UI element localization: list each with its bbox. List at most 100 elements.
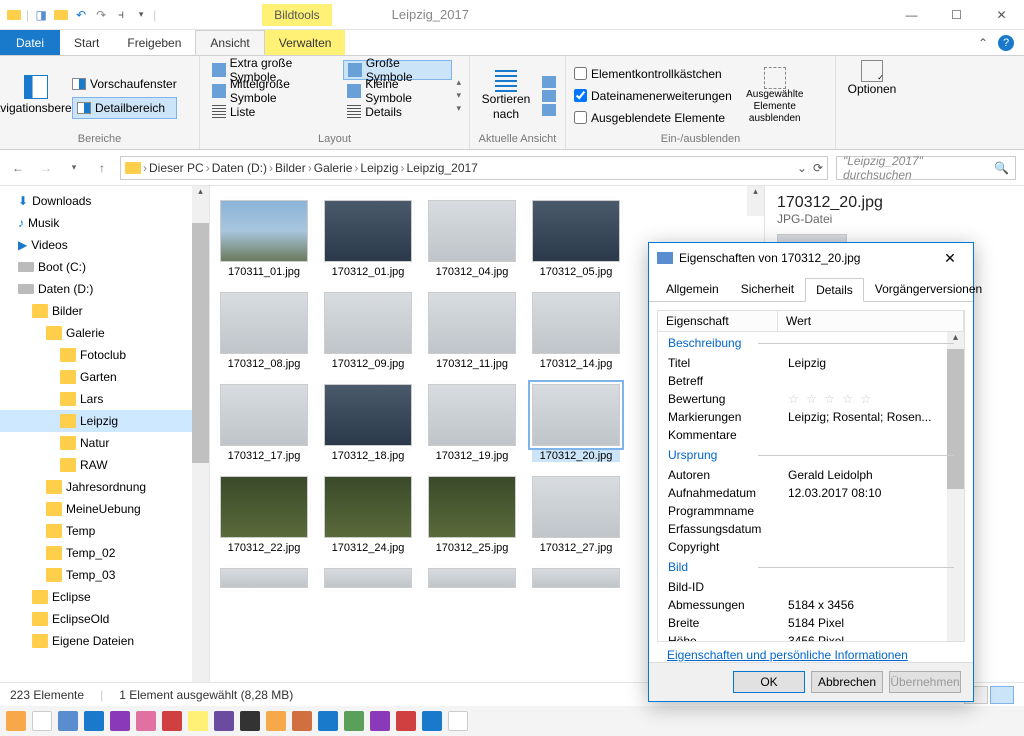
chk-hidden[interactable]: Ausgeblendete Elemente [574, 107, 732, 129]
hide-selected-button[interactable]: Ausgewählte Elemente ausblenden [740, 60, 810, 131]
thumbnail[interactable]: 170312_24.jpg [324, 476, 412, 554]
group-icon[interactable] [542, 76, 556, 88]
layout-details[interactable]: Details [343, 102, 452, 122]
task-icon[interactable] [448, 711, 468, 731]
tree-item[interactable]: Galerie [0, 322, 209, 344]
recent-dropdown[interactable]: ▾ [64, 158, 84, 178]
tab-versionen[interactable]: Vorgängerversionen [864, 277, 993, 301]
tree-item[interactable]: ▶Videos [0, 234, 209, 256]
thumbnail[interactable]: 170312_20.jpg [532, 384, 620, 462]
ok-button[interactable]: OK [733, 671, 805, 693]
tree-item[interactable]: MeineUebung [0, 498, 209, 520]
task-icon[interactable] [110, 711, 130, 731]
properties-icon[interactable]: ◨ [33, 7, 49, 23]
tree-item[interactable]: Temp [0, 520, 209, 542]
checkbox[interactable] [574, 67, 587, 80]
tab-details[interactable]: Details [805, 278, 864, 302]
search-input[interactable]: "Leipzig_2017" durchsuchen 🔍 [836, 156, 1016, 180]
scrollbar[interactable]: ▴ [747, 186, 764, 216]
file-tab[interactable]: Datei [0, 30, 60, 55]
scrollbar[interactable]: ▴ [947, 332, 964, 641]
tab-ansicht[interactable]: Ansicht [195, 30, 264, 55]
prop-row[interactable]: Bewertung☆ ☆ ☆ ☆ ☆ [658, 390, 964, 408]
breadcrumb-item[interactable]: Galerie› [314, 161, 359, 175]
prop-row[interactable]: Betreff [658, 372, 964, 390]
task-icon[interactable] [292, 711, 312, 731]
tree-item[interactable]: Fotoclub [0, 344, 209, 366]
tab-verwalten[interactable]: Verwalten [265, 30, 346, 55]
navigation-pane-button[interactable]: Navigationsbereich [8, 60, 64, 131]
task-icon[interactable] [58, 711, 78, 731]
tree-item[interactable]: Bilder [0, 300, 209, 322]
thumbnail[interactable]: 170311_01.jpg [220, 200, 308, 278]
cancel-button[interactable]: Abbrechen [811, 671, 883, 693]
tree-view[interactable]: ⬇Downloads♪Musik▶VideosBoot (C:)Daten (D… [0, 186, 210, 682]
thumbnail[interactable] [532, 568, 620, 592]
minimize-button[interactable]: — [889, 0, 934, 30]
prop-row[interactable]: TitelLeipzig [658, 354, 964, 372]
breadcrumb-item[interactable]: Bilder› [275, 161, 312, 175]
maximize-button[interactable]: ☐ [934, 0, 979, 30]
breadcrumb-item[interactable]: Daten (D:)› [212, 161, 273, 175]
thumbnail[interactable]: 170312_18.jpg [324, 384, 412, 462]
thumbnail[interactable]: 170312_09.jpg [324, 292, 412, 370]
chevron-right-icon[interactable]: › [143, 161, 147, 175]
tree-item[interactable]: Jahresordnung [0, 476, 209, 498]
up-button[interactable]: ↑ [92, 158, 112, 178]
thumbnail[interactable]: 170312_04.jpg [428, 200, 516, 278]
thumbnail[interactable]: 170312_25.jpg [428, 476, 516, 554]
prop-row[interactable]: Aufnahmedatum12.03.2017 08:10 [658, 484, 964, 502]
refresh-icon[interactable]: ⟳ [813, 161, 823, 175]
task-icon[interactable] [266, 711, 286, 731]
fit-icon[interactable] [542, 104, 556, 116]
task-icon[interactable] [214, 711, 234, 731]
redo-icon[interactable]: ↷ [93, 7, 109, 23]
chk-item-checkboxes[interactable]: Elementkontrollkästchen [574, 63, 732, 85]
prop-row[interactable]: Programmname [658, 502, 964, 520]
tree-item[interactable]: Eclipse [0, 586, 209, 608]
tree-item[interactable]: Natur [0, 432, 209, 454]
remove-properties-link[interactable]: Eigenschaften und persönliche Informatio… [657, 642, 965, 662]
thumbnail[interactable] [428, 568, 516, 592]
help-icon[interactable]: ? [998, 35, 1014, 51]
tree-item[interactable]: Temp_02 [0, 542, 209, 564]
layout-list[interactable]: Liste [208, 102, 343, 122]
task-icon[interactable] [344, 711, 364, 731]
back-button[interactable]: ← [8, 158, 28, 178]
options-button[interactable]: ✓ Optionen [844, 60, 900, 96]
thumbnail[interactable]: 170312_17.jpg [220, 384, 308, 462]
tab-start[interactable]: Start [60, 30, 113, 55]
columns-icon[interactable] [542, 90, 556, 102]
chk-extensions[interactable]: Dateinamenerweiterungen [574, 85, 732, 107]
task-icon[interactable] [84, 711, 104, 731]
task-icon[interactable] [370, 711, 390, 731]
prop-row[interactable]: Kommentare [658, 426, 964, 444]
sort-button[interactable]: Sortieren nach [478, 60, 534, 131]
breadcrumb-item[interactable]: Leipzig› [360, 161, 404, 175]
tree-item[interactable]: Eigene Dateien [0, 630, 209, 652]
tree-item[interactable]: Daten (D:) [0, 278, 209, 300]
collapse-ribbon-icon[interactable]: ⌃ [978, 36, 988, 50]
prop-row[interactable]: MarkierungenLeipzig; Rosental; Rosen... [658, 408, 964, 426]
tree-item[interactable]: Temp_03 [0, 564, 209, 586]
thumbnail[interactable]: 170312_01.jpg [324, 200, 412, 278]
thumbnail[interactable]: 170312_05.jpg [532, 200, 620, 278]
tree-item[interactable]: ♪Musik [0, 212, 209, 234]
apply-button[interactable]: Übernehmen [889, 671, 961, 693]
dialog-titlebar[interactable]: Eigenschaften von 170312_20.jpg ✕ [649, 243, 973, 273]
thumbnail[interactable]: 170312_19.jpg [428, 384, 516, 462]
prop-row[interactable]: Erfassungsdatum [658, 520, 964, 538]
tab-allgemein[interactable]: Allgemein [655, 277, 730, 301]
breadcrumb-item[interactable]: Leipzig_2017 [406, 161, 477, 175]
thumbnail[interactable]: 170312_08.jpg [220, 292, 308, 370]
new-folder-icon[interactable] [53, 7, 69, 23]
tree-item[interactable]: ⬇Downloads [0, 190, 209, 212]
tree-item[interactable]: RAW [0, 454, 209, 476]
tab-freigeben[interactable]: Freigeben [113, 30, 195, 55]
dropdown-icon[interactable]: ⌄ [797, 161, 807, 175]
thumbnail[interactable]: 170312_27.jpg [532, 476, 620, 554]
thumbnail[interactable] [324, 568, 412, 592]
tree-item[interactable]: EclipseOld [0, 608, 209, 630]
close-button[interactable]: ✕ [979, 0, 1024, 30]
prop-row[interactable]: Bild-ID [658, 578, 964, 596]
